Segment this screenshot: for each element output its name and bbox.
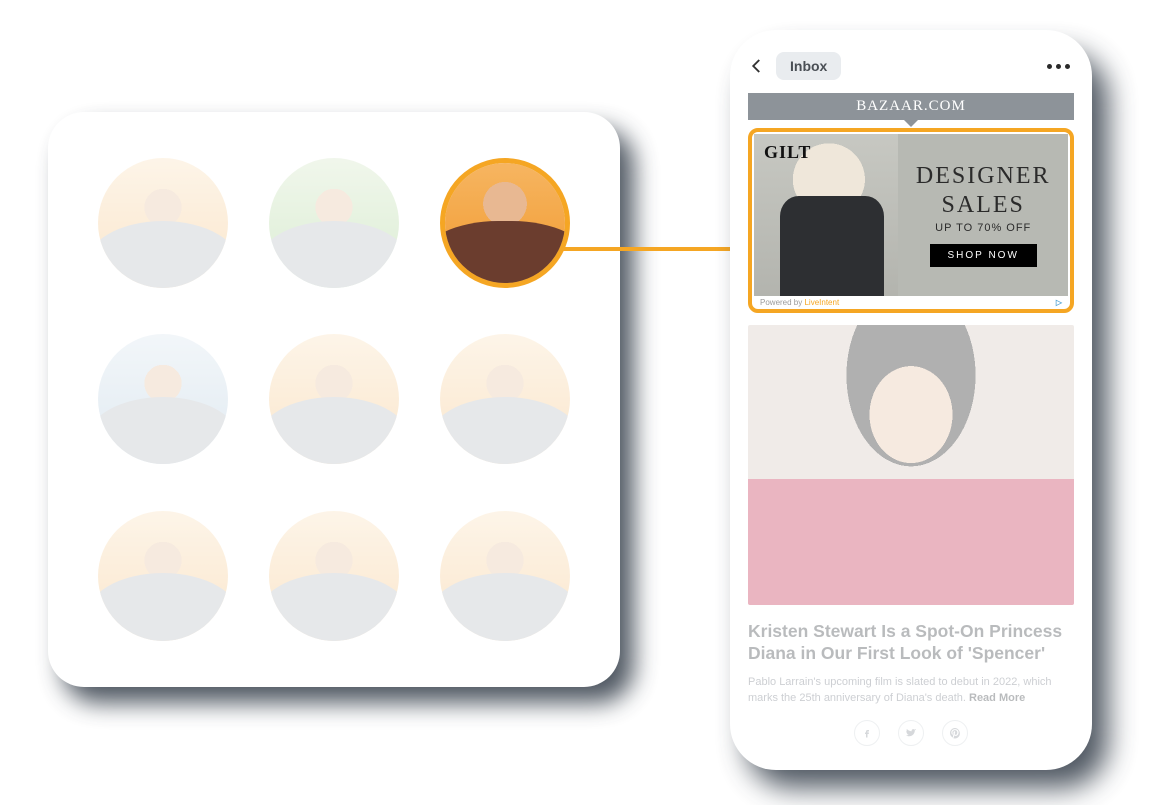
- avatar-person-5[interactable]: [269, 334, 399, 464]
- avatar-person-8[interactable]: [269, 511, 399, 641]
- ad-headline-1: DESIGNER: [916, 164, 1051, 189]
- ad-powered-by-prefix: Powered by: [760, 298, 804, 307]
- avatar-grid-card: [48, 112, 620, 687]
- ad-creative[interactable]: GILT DESIGNER SALES UP TO 70% OFF SHOP N…: [754, 134, 1068, 296]
- publisher-bar: BAZAAR.COM: [748, 93, 1074, 121]
- avatar-person-2[interactable]: [269, 158, 399, 288]
- ad-subline: UP TO 70% OFF: [935, 222, 1031, 234]
- more-icon[interactable]: [1047, 64, 1074, 69]
- ad-footer: Powered by LiveIntent ▷: [754, 296, 1068, 307]
- share-row: [748, 720, 1074, 746]
- ad-headline-2: SALES: [942, 193, 1025, 218]
- adchoices-icon[interactable]: ▷: [1056, 298, 1062, 307]
- ad-copy: DESIGNER SALES UP TO 70% OFF SHOP NOW: [898, 134, 1068, 296]
- article-hero-image: [748, 325, 1074, 605]
- share-twitter-icon[interactable]: [898, 720, 924, 746]
- share-pinterest-icon[interactable]: [942, 720, 968, 746]
- article-preview: Kristen Stewart Is a Spot-On Princess Di…: [748, 325, 1074, 746]
- ad-highlight-frame: GILT DESIGNER SALES UP TO 70% OFF SHOP N…: [748, 128, 1074, 313]
- inbox-pill[interactable]: Inbox: [776, 52, 841, 80]
- ad-image: GILT: [754, 134, 898, 296]
- ad-powered-by-brand: LiveIntent: [804, 298, 839, 307]
- ad-brand-logo: GILT: [764, 142, 811, 163]
- read-more-link[interactable]: Read More: [969, 692, 1025, 704]
- avatar-person-9[interactable]: [440, 511, 570, 641]
- article-title: Kristen Stewart Is a Spot-On Princess Di…: [748, 621, 1074, 665]
- phone-frame: Inbox BAZAAR.COM GILT DESIGNER SALES UP …: [730, 30, 1092, 770]
- publisher-arrow-icon: [903, 119, 919, 127]
- avatar-person-4[interactable]: [98, 334, 228, 464]
- avatar-person-1[interactable]: [98, 158, 228, 288]
- avatar-person-7[interactable]: [98, 511, 228, 641]
- phone-header: Inbox: [748, 50, 1074, 83]
- avatar-person-3-selected[interactable]: [440, 158, 570, 288]
- article-body: Pablo Larrain's upcoming film is slated …: [748, 675, 1074, 706]
- avatar-person-6[interactable]: [440, 334, 570, 464]
- ad-powered-by: Powered by LiveIntent: [760, 298, 839, 307]
- publisher-label: BAZAAR.COM: [856, 98, 966, 115]
- ad-cta-button[interactable]: SHOP NOW: [930, 244, 1037, 267]
- share-facebook-icon[interactable]: [854, 720, 880, 746]
- back-icon[interactable]: [748, 57, 766, 75]
